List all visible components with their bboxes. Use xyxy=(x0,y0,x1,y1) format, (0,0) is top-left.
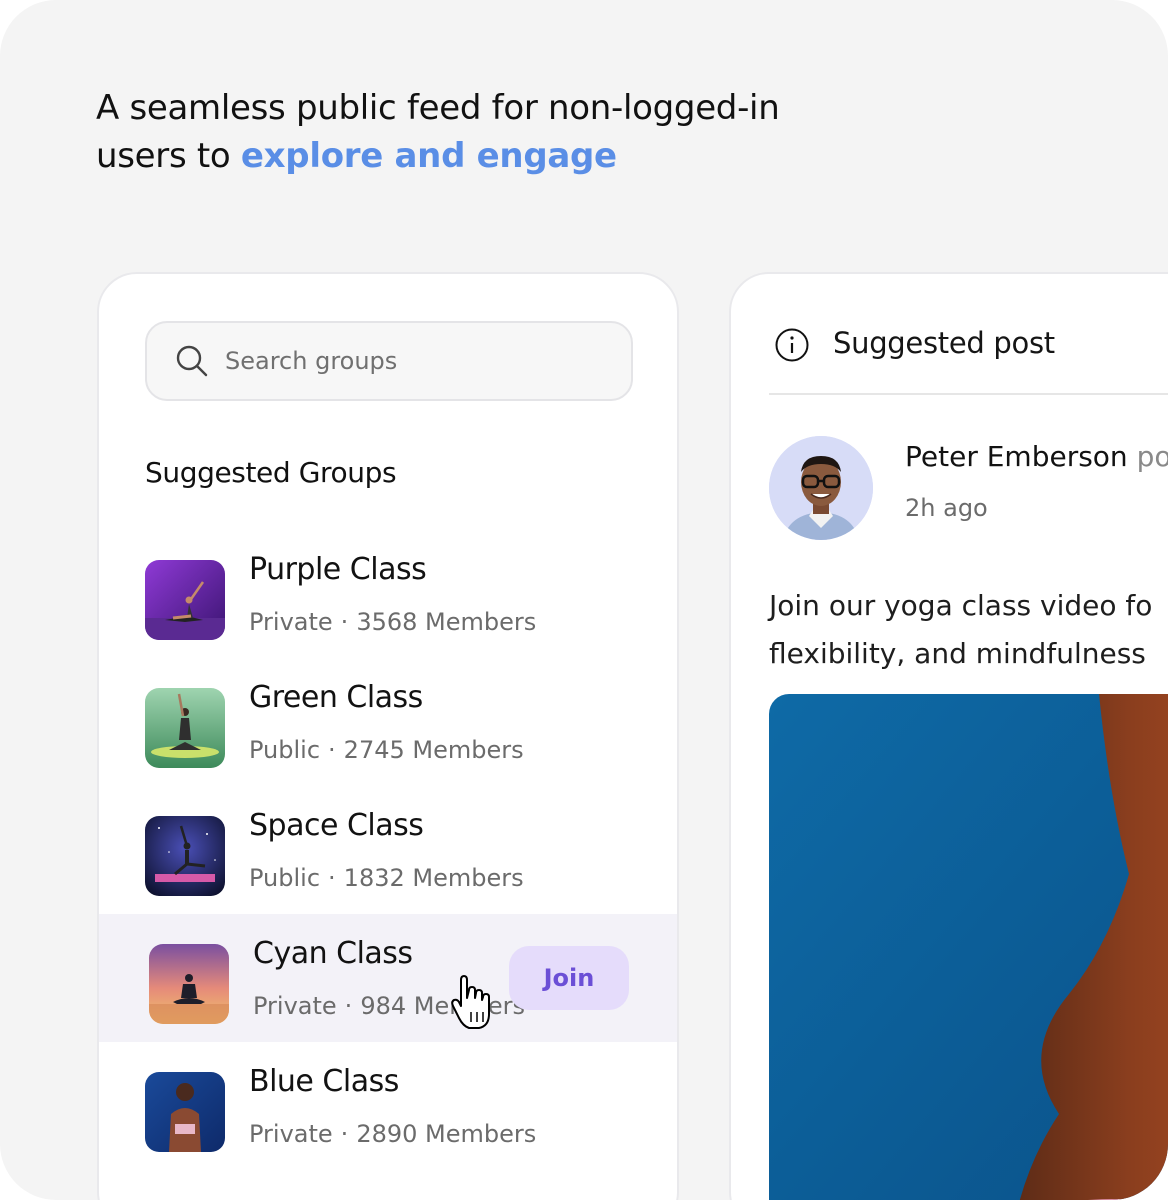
group-row-purple[interactable]: Purple Class Private · 3568 Members xyxy=(99,530,677,658)
app-frame: A seamless public feed for non-logged-in… xyxy=(0,0,1168,1200)
post-text: Join our yoga class video fo flexibility… xyxy=(769,582,1168,678)
pointer-cursor-icon xyxy=(451,975,490,1029)
author-name[interactable]: Peter Emberson po xyxy=(905,440,1168,473)
group-meta: Public · 2745 Members xyxy=(249,736,524,764)
group-name: Cyan Class xyxy=(253,936,413,971)
group-name: Blue Class xyxy=(249,1064,399,1099)
search-bar[interactable] xyxy=(145,321,633,401)
group-row-blue[interactable]: Blue Class Private · 2890 Members xyxy=(99,1042,677,1170)
avatar[interactable] xyxy=(769,436,873,540)
post-header-label: Suggested post xyxy=(833,326,1055,360)
groups-panel: Suggested Groups Purple Class Private·35… xyxy=(97,272,679,1200)
group-thumbnail xyxy=(145,688,225,768)
post-header: Suggested post xyxy=(769,274,1168,395)
group-row-green[interactable]: Green Class Public · 2745 Members xyxy=(99,658,677,786)
group-row-space[interactable]: Space Class Public · 1832 Members xyxy=(99,786,677,914)
info-icon xyxy=(775,328,809,362)
headline: A seamless public feed for non-logged-in… xyxy=(96,84,796,180)
post-video[interactable] xyxy=(769,694,1168,1200)
group-row-cyan[interactable]: Cyan Class Private · 984 Members Join xyxy=(99,914,677,1042)
post-text-line: flexibility, and mindfulness xyxy=(769,637,1146,670)
group-meta: Private · 3568 Members xyxy=(249,608,537,636)
group-thumbnail xyxy=(145,1072,225,1152)
section-title: Suggested Groups xyxy=(145,456,397,489)
group-thumbnail xyxy=(145,816,225,896)
group-meta: Private · 2890 Members xyxy=(249,1120,537,1148)
group-thumbnail xyxy=(145,560,225,640)
group-thumbnail xyxy=(149,944,229,1024)
post-time: 2h ago xyxy=(905,494,988,522)
search-icon xyxy=(176,345,208,377)
post-text-line: Join our yoga class video fo xyxy=(769,589,1153,622)
group-name: Green Class xyxy=(249,680,423,715)
post-panel: Suggested post Peter Emberson po 2h ago … xyxy=(729,272,1168,1200)
join-button[interactable]: Join xyxy=(509,946,629,1010)
search-input[interactable] xyxy=(225,347,605,375)
group-meta: Public · 1832 Members xyxy=(249,864,524,892)
group-name: Purple Class xyxy=(249,552,427,587)
group-name: Space Class xyxy=(249,808,424,843)
headline-accent: explore and engage xyxy=(240,136,617,176)
